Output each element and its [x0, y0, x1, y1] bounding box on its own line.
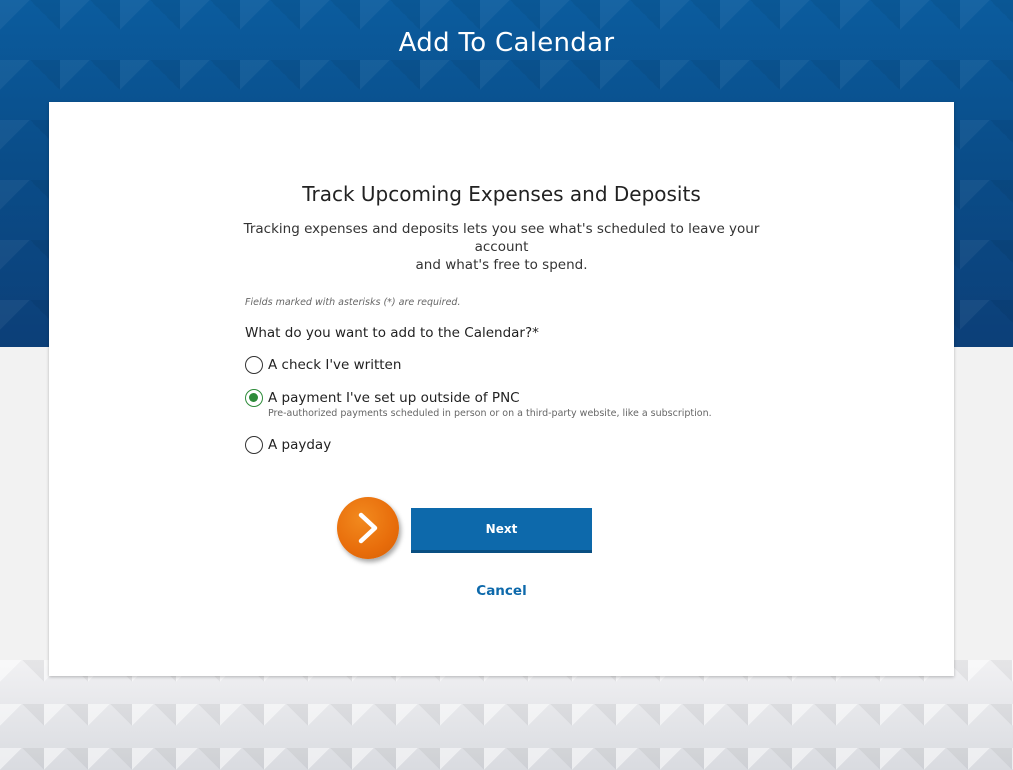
option-payday[interactable]: A payday: [245, 436, 331, 454]
option-check-written[interactable]: A check I've written: [245, 356, 401, 374]
description-line-1: Tracking expenses and deposits lets you …: [243, 221, 760, 255]
description-line-2: and what's free to spend.: [415, 257, 588, 273]
add-to-calendar-card: Track Upcoming Expenses and Deposits Tra…: [49, 102, 954, 676]
radio-payment-outside-pnc[interactable]: [245, 389, 263, 407]
cancel-link[interactable]: Cancel: [49, 583, 954, 599]
required-fields-note: Fields marked with asterisks (*) are req…: [245, 297, 461, 308]
radio-check-written[interactable]: [245, 356, 263, 374]
option-label: A payment I've set up outside of PNC: [268, 390, 520, 406]
card-description: Tracking expenses and deposits lets you …: [229, 220, 774, 274]
question-label: What do you want to add to the Calendar?…: [245, 325, 539, 341]
next-button[interactable]: Next: [411, 508, 592, 553]
page-title: Add To Calendar: [398, 28, 615, 58]
option-label: A payday: [268, 437, 332, 453]
option-payment-outside-pnc[interactable]: A payment I've set up outside of PNC Pre…: [245, 389, 712, 419]
card-title: Track Upcoming Expenses and Deposits: [302, 182, 701, 206]
chevron-right-icon: [358, 512, 378, 544]
radio-payday[interactable]: [245, 436, 263, 454]
step-badge: [337, 497, 399, 559]
footer-pattern: [0, 660, 1013, 770]
option-label: A check I've written: [268, 357, 402, 373]
option-helper-text: Pre-authorized payments scheduled in per…: [268, 408, 712, 419]
